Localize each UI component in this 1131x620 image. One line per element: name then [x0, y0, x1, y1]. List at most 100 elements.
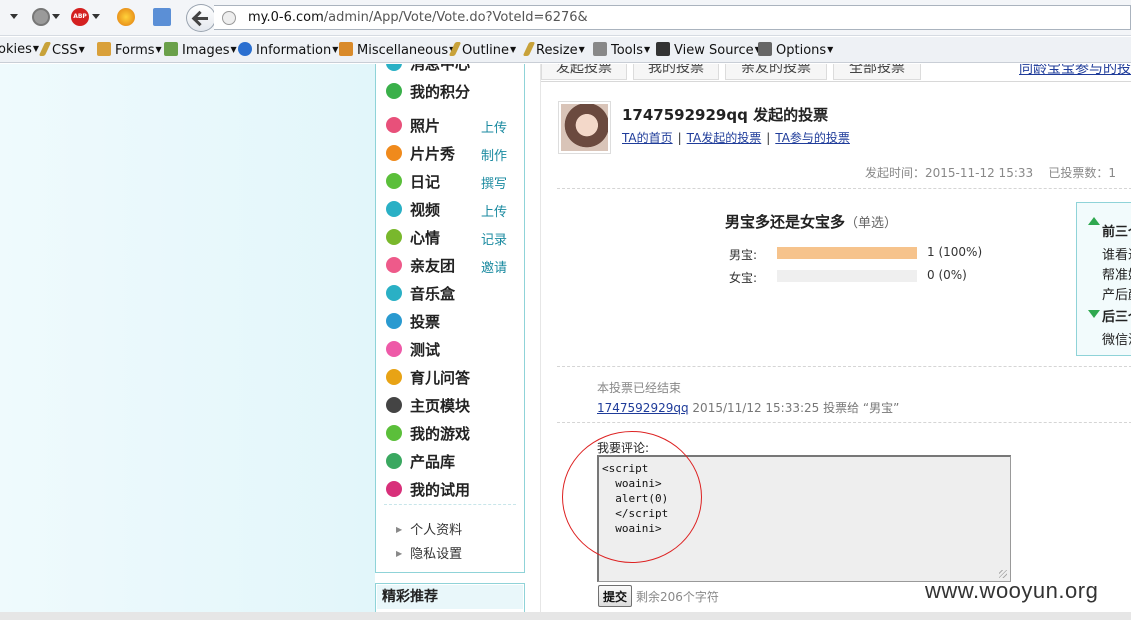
next-poll-link[interactable]: 微信浴 — [1102, 329, 1131, 348]
sidebar-item[interactable]: 育儿问答 — [386, 366, 520, 388]
sidebar-item[interactable]: 心情 记录 — [386, 226, 520, 248]
adblock-icon[interactable]: ABP — [71, 8, 89, 26]
sidebar-item-action[interactable]: 记录 — [481, 229, 507, 248]
toolbar-outline[interactable]: Outline▼ — [448, 42, 516, 58]
resize-grip-icon[interactable] — [999, 570, 1007, 578]
sidebar-link-privacy[interactable]: ▶ 隐私设置 — [396, 543, 462, 562]
voter-link[interactable]: 1747592929qq — [597, 401, 689, 415]
arrow-up-icon — [1088, 217, 1100, 225]
sidebar-item-icon — [386, 369, 402, 385]
sidebar-item-label: 育儿问答 — [410, 369, 471, 387]
addon-dropdown-icon[interactable] — [52, 14, 60, 19]
sidebar-item[interactable]: 主页模块 — [386, 394, 520, 416]
toolbar-view-source[interactable]: View Source▼ — [656, 42, 761, 58]
tab-all-votes[interactable]: 全部投票 — [833, 64, 921, 80]
toolbar-miscellaneous[interactable]: Miscellaneous▼ — [339, 42, 455, 58]
sidebar-item-action[interactable]: 撰写 — [481, 173, 507, 192]
sidebar-item-label: 照片 — [410, 117, 441, 135]
main-column: 发起投票 我的投票 亲友的投票 全部投票 同龄宝宝参与的投 1747592929… — [540, 64, 1131, 620]
sidebar-item[interactable]: 日记 撰写 — [386, 170, 520, 192]
points-icon — [386, 83, 402, 99]
sidebar-item[interactable]: 我的试用 — [386, 478, 520, 500]
sidebar-item-action[interactable]: 上传 — [481, 201, 507, 220]
ta-started-link[interactable]: TA发起的投票 — [687, 131, 762, 145]
page-background — [0, 64, 375, 620]
url-text[interactable]: my.0-6.com/admin/App/Vote/Vote.do?VoteId… — [248, 10, 588, 25]
sidebar-item-label: 测试 — [410, 341, 441, 359]
poster-title: 1747592929qq 发起的投票 — [622, 106, 829, 124]
option-bar — [777, 247, 917, 259]
sidebar-item[interactable]: 测试 — [386, 338, 520, 360]
sidebar-item-icon — [386, 453, 402, 469]
globe-icon — [222, 11, 236, 25]
same-age-votes-link[interactable]: 同龄宝宝参与的投 — [1019, 64, 1131, 78]
sidebar-item-label: 主页模块 — [410, 397, 471, 415]
toolbar-cookies[interactable]: okies▼ — [0, 42, 39, 57]
sidebar-item-icon — [386, 397, 402, 413]
toolbar-information[interactable]: Information▼ — [238, 42, 338, 58]
prev-poll-link[interactable]: 帮准妈 — [1102, 264, 1131, 283]
sidebar-divider — [384, 504, 516, 505]
watermark: www.wooyun.org — [925, 578, 1099, 603]
inspect-icon[interactable] — [153, 8, 171, 26]
toolbar-forms[interactable]: Forms▼ — [97, 42, 162, 58]
sidebar-item-icon — [386, 229, 402, 245]
menu-dropdown-icon[interactable] — [10, 14, 18, 19]
sidebar-item[interactable]: 照片 上传 — [386, 114, 520, 136]
tab-friends-votes[interactable]: 亲友的投票 — [725, 64, 827, 80]
tabs-row: 发起投票 我的投票 亲友的投票 全部投票 同龄宝宝参与的投 — [541, 64, 1131, 82]
vote-meta: 发起时间：2015-11-12 15:33 已投票数：1 截止 — [865, 164, 1131, 181]
avatar[interactable] — [558, 101, 611, 154]
sidebar-item[interactable]: 我的游戏 — [386, 422, 520, 444]
sidebar-item-action[interactable]: 上传 — [481, 117, 507, 136]
sidebar-item-icon — [386, 285, 402, 301]
option-result: 1 (100%) — [927, 245, 983, 259]
toolbar-images[interactable]: Images▼ — [164, 42, 237, 58]
toolbar-options[interactable]: Options▼ — [758, 42, 833, 58]
tools-icon — [593, 42, 607, 56]
ta-joined-link[interactable]: TA参与的投票 — [775, 131, 850, 145]
sidebar-link-profile[interactable]: ▶ 个人资料 — [396, 519, 462, 538]
scrollbar-track[interactable] — [0, 612, 1131, 620]
sidebar-item-messages[interactable]: 消息中心 — [386, 64, 520, 74]
sidebar-item[interactable]: 视频 上传 — [386, 198, 520, 220]
prev-three-title: 前三个 — [1102, 225, 1131, 240]
comment-textarea[interactable]: <script woaini> alert(0) </script woaini… — [597, 455, 1011, 582]
option-bar-fill — [777, 247, 917, 259]
firebug-icon[interactable] — [117, 8, 135, 26]
option-label: 男宝: — [729, 248, 758, 262]
sidebar-item-label: 投票 — [410, 313, 441, 331]
url-bar[interactable]: my.0-6.com/admin/App/Vote/Vote.do?VoteId… — [214, 5, 1131, 30]
next-three-title: 后三个 — [1102, 310, 1131, 325]
ta-home-link[interactable]: TA的首页 — [622, 131, 673, 145]
toolbar-resize[interactable]: Resize▼ — [522, 42, 585, 58]
sidebar-item[interactable]: 产品库 — [386, 450, 520, 472]
sidebar-item[interactable]: 投票 — [386, 310, 520, 332]
prev-poll-link[interactable]: 产后颜 — [1102, 284, 1131, 303]
tab-start-vote[interactable]: 发起投票 — [541, 64, 627, 80]
sidebar-item-label: 日记 — [410, 173, 441, 191]
prev-poll-link[interactable]: 谁看过 — [1102, 244, 1131, 263]
image-icon — [164, 42, 178, 56]
sidebar-item[interactable]: 音乐盒 — [386, 282, 520, 304]
webdev-toolbar: okies▼ CSS▼ Forms▼ Images▼ Information▼ … — [0, 37, 1131, 63]
poster-links: TA的首页 | TA发起的投票 | TA参与的投票 — [622, 131, 850, 145]
sidebar-item-icon — [386, 313, 402, 329]
submit-button[interactable]: 提交 — [598, 585, 632, 607]
addon-gear-icon[interactable] — [32, 8, 50, 26]
toolbar-css[interactable]: CSS▼ — [38, 42, 85, 58]
sidebar-item-label: 心情 — [410, 229, 441, 247]
sidebar: 消息中心 我的积分 照片 上传 片片秀 制作 日记 撰写 视频 上传 心情 记录 亲友团 邀请 音乐盒投… — [375, 64, 525, 573]
tab-my-votes[interactable]: 我的投票 — [633, 64, 719, 80]
sidebar-item-action[interactable]: 制作 — [481, 145, 507, 164]
adblock-dropdown-icon[interactable] — [92, 14, 100, 19]
sidebar-item[interactable]: 亲友团 邀请 — [386, 254, 520, 276]
divider — [557, 188, 1131, 189]
sidebar-item[interactable]: 片片秀 制作 — [386, 142, 520, 164]
sidebar-item-label: 我的试用 — [410, 481, 471, 499]
back-button[interactable] — [186, 4, 216, 32]
sidebar-item-points[interactable]: 我的积分 — [386, 80, 520, 102]
sidebar-item-action[interactable]: 邀请 — [481, 257, 507, 276]
toolbar-tools[interactable]: Tools▼ — [593, 42, 650, 58]
sidebar-item-icon — [386, 173, 402, 189]
